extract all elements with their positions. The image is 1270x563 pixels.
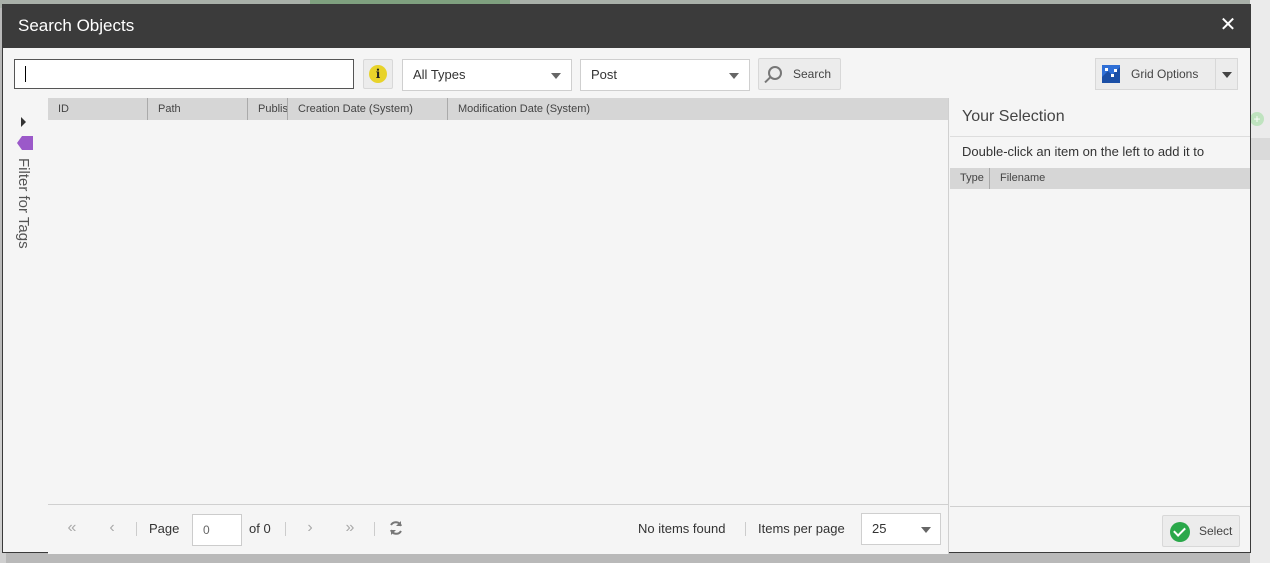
select-button[interactable]: Select bbox=[1162, 515, 1240, 547]
selection-hint: Double-click an item on the left to add … bbox=[962, 144, 1205, 159]
items-per-page-value: 25 bbox=[872, 521, 887, 536]
page-number-input[interactable]: 0 bbox=[192, 514, 242, 546]
column-id[interactable]: ID bbox=[48, 98, 148, 120]
grid-options-button[interactable]: Grid Options bbox=[1095, 58, 1215, 90]
dialog-title: Search Objects bbox=[18, 16, 135, 35]
separator bbox=[745, 522, 746, 536]
tag-icon bbox=[17, 136, 33, 150]
paging-toolbar: « ‹ Page 0 of 0 › » No items found Items… bbox=[48, 504, 948, 554]
selection-footer: Select bbox=[950, 506, 1250, 554]
column-modification-date[interactable]: Modification Date (System) bbox=[448, 98, 949, 120]
search-button-label: Search bbox=[793, 67, 832, 81]
page-label: Page bbox=[149, 521, 180, 536]
column-published[interactable]: Publis bbox=[248, 98, 288, 120]
search-input[interactable] bbox=[14, 59, 354, 89]
items-per-page-select[interactable]: 25 bbox=[861, 513, 941, 545]
search-objects-dialog: Search Objects ✕ i All Types Post Search bbox=[2, 4, 1251, 554]
select-button-label: Select bbox=[1199, 524, 1233, 538]
grid-body bbox=[48, 120, 948, 504]
chevron-down-icon bbox=[1222, 72, 1232, 78]
class-filter-value: Post bbox=[591, 67, 618, 82]
next-page-icon[interactable]: › bbox=[302, 520, 318, 536]
results-grid: ID Path Publis Creation Date (System) Mo… bbox=[48, 98, 949, 554]
tag-filter-panel[interactable]: Filter for Tags bbox=[3, 98, 47, 554]
refresh-icon[interactable] bbox=[388, 520, 404, 536]
first-page-icon[interactable]: « bbox=[64, 520, 80, 536]
chevron-down-icon bbox=[551, 73, 561, 79]
chevron-down-icon bbox=[921, 527, 931, 533]
grid-options-label: Grid Options bbox=[1131, 67, 1199, 81]
search-icon-handle bbox=[764, 76, 771, 84]
selection-title: Your Selection bbox=[962, 108, 1065, 125]
separator bbox=[136, 522, 137, 536]
page-count-label: of 0 bbox=[249, 521, 271, 536]
separator bbox=[285, 522, 286, 536]
column-filename[interactable]: Filename bbox=[990, 168, 1250, 189]
paging-status: No items found bbox=[638, 521, 726, 536]
expand-arrow-icon[interactable] bbox=[21, 117, 26, 127]
grid-options-icon bbox=[1102, 65, 1120, 83]
background-add-icon: + bbox=[1250, 112, 1264, 126]
dialog-title-bar: Search Objects ✕ bbox=[3, 5, 1250, 48]
close-icon[interactable]: ✕ bbox=[1218, 15, 1238, 35]
text-caret bbox=[25, 66, 26, 82]
background-panel bbox=[1250, 0, 1270, 563]
separator bbox=[374, 522, 375, 536]
chevron-down-icon bbox=[729, 73, 739, 79]
column-path[interactable]: Path bbox=[148, 98, 248, 120]
column-creation-date[interactable]: Creation Date (System) bbox=[288, 98, 448, 120]
info-button[interactable]: i bbox=[363, 59, 393, 89]
search-button[interactable]: Search bbox=[758, 58, 841, 90]
prev-page-icon[interactable]: ‹ bbox=[104, 520, 120, 536]
search-toolbar: i All Types Post Search Grid Options bbox=[3, 48, 1250, 98]
column-type[interactable]: Type bbox=[950, 168, 990, 189]
last-page-icon[interactable]: » bbox=[342, 520, 358, 536]
items-per-page-label: Items per page bbox=[758, 521, 845, 536]
type-filter-value: All Types bbox=[413, 67, 466, 82]
type-filter-select[interactable]: All Types bbox=[402, 59, 572, 91]
class-filter-select[interactable]: Post bbox=[580, 59, 750, 91]
check-icon bbox=[1170, 522, 1190, 542]
divider bbox=[950, 136, 1250, 137]
background-bar bbox=[1250, 138, 1270, 160]
selection-grid-header: Type Filename bbox=[950, 168, 1250, 189]
grid-options-dropdown[interactable] bbox=[1215, 58, 1238, 90]
tag-filter-label: Filter for Tags bbox=[15, 158, 32, 249]
info-icon: i bbox=[369, 65, 387, 83]
grid-header: ID Path Publis Creation Date (System) Mo… bbox=[48, 98, 948, 120]
selection-panel: Your Selection Double-click an item on t… bbox=[950, 98, 1250, 554]
